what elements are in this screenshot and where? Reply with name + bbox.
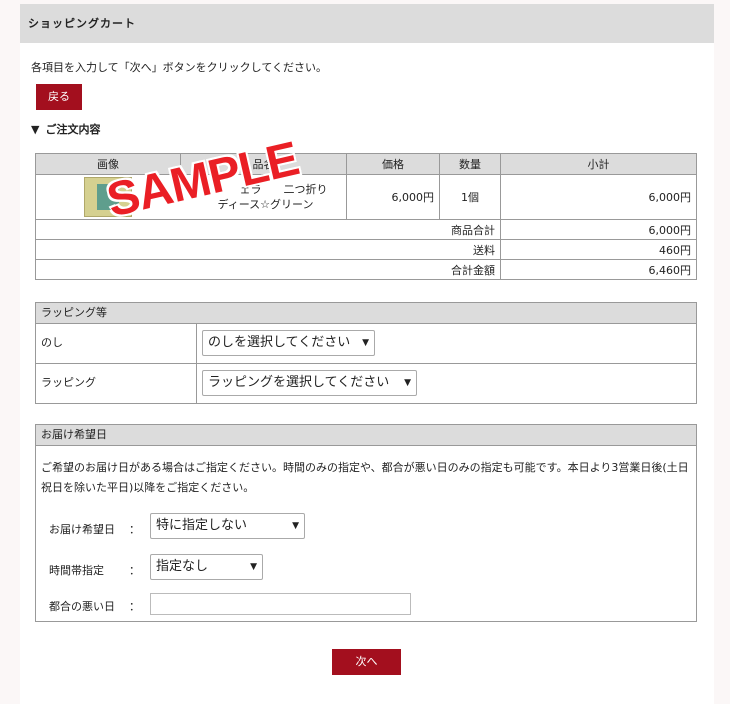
- bad-day-label: 都合の悪い日: [49, 600, 115, 613]
- delivery-date-select[interactable]: 特に指定しない ▼: [150, 513, 305, 539]
- colon: ：: [129, 523, 140, 536]
- summary-row: 合計金額 6,460円: [35, 259, 697, 280]
- wrap-select-value: ラッピングを選択してください: [208, 375, 390, 390]
- wrapping-panel-title: ラッピング等: [36, 303, 696, 324]
- col-subtotal: 小計: [500, 153, 697, 175]
- noshi-cell: のしを選択してください ▼: [196, 324, 697, 363]
- chevron-down-icon: ▼: [362, 338, 369, 348]
- bad-day-input[interactable]: [150, 593, 411, 615]
- chevron-down-icon: ▼: [404, 378, 411, 388]
- delivery-date-value: 特に指定しない: [156, 518, 248, 533]
- chevron-down-icon: ▼: [250, 562, 257, 572]
- delivery-panel: お届け希望日 ご希望のお届け日がある場合はご指定ください。時間のみの指定や、都合…: [35, 424, 697, 622]
- delivery-panel-title: お届け希望日: [36, 425, 696, 446]
- chevron-down-icon: ▼: [292, 521, 299, 531]
- summary-value: 6,000円: [500, 219, 697, 240]
- summary-row: 送料 460円: [35, 239, 697, 260]
- summary-label: 商品合計: [35, 219, 501, 240]
- page: ショッピングカート 各項目を入力して「次へ」ボタンをクリックしてください。 戻る…: [20, 4, 714, 704]
- noshi-row: のし のしを選択してください ▼: [36, 324, 696, 364]
- noshi-select[interactable]: のしを選択してください ▼: [202, 330, 375, 356]
- page-title: ショッピングカート: [20, 4, 714, 43]
- time-slot-value: 指定なし: [156, 559, 209, 574]
- summary-label: 合計金額: [35, 259, 501, 280]
- wrapping-panel: ラッピング等 のし のしを選択してください ▼ ラッピング ラッピングを選択して…: [35, 302, 697, 404]
- product-qty: 1個: [439, 174, 501, 220]
- time-slot-label: 時間帯指定: [49, 564, 104, 577]
- summary-value: 460円: [500, 239, 697, 260]
- noshi-select-value: のしを選択してください: [208, 335, 351, 350]
- order-section-title: ▼ ご注文内容: [31, 121, 100, 137]
- col-qty: 数量: [439, 153, 501, 175]
- product-price: 6,000円: [346, 174, 440, 220]
- back-button[interactable]: 戻る: [36, 84, 82, 110]
- next-button[interactable]: 次へ: [332, 649, 401, 675]
- instruction-text: 各項目を入力して「次へ」ボタンをクリックしてください。: [31, 61, 328, 74]
- wrap-select[interactable]: ラッピングを選択してください ▼: [202, 370, 417, 396]
- product-subtotal: 6,000円: [500, 174, 697, 220]
- noshi-label: のし: [41, 336, 63, 349]
- wrap-row: ラッピング ラッピングを選択してください ▼: [36, 363, 696, 404]
- order-section-label: ご注文内容: [45, 123, 101, 136]
- delivery-description: ご希望のお届け日がある場合はご指定ください。時間のみの指定や、都合が悪い日のみの…: [41, 461, 689, 494]
- wrap-label: ラッピング: [41, 376, 96, 389]
- triangle-down-icon: ▼: [31, 123, 40, 136]
- summary-value: 6,460円: [500, 259, 697, 280]
- wrap-cell: ラッピングを選択してください ▼: [196, 364, 697, 403]
- col-price: 価格: [346, 153, 440, 175]
- colon: ：: [129, 564, 140, 577]
- delivery-date-label: お届け希望日: [49, 523, 115, 536]
- time-slot-select[interactable]: 指定なし ▼: [150, 554, 263, 580]
- summary-label: 送料: [35, 239, 501, 260]
- colon: ：: [129, 600, 140, 613]
